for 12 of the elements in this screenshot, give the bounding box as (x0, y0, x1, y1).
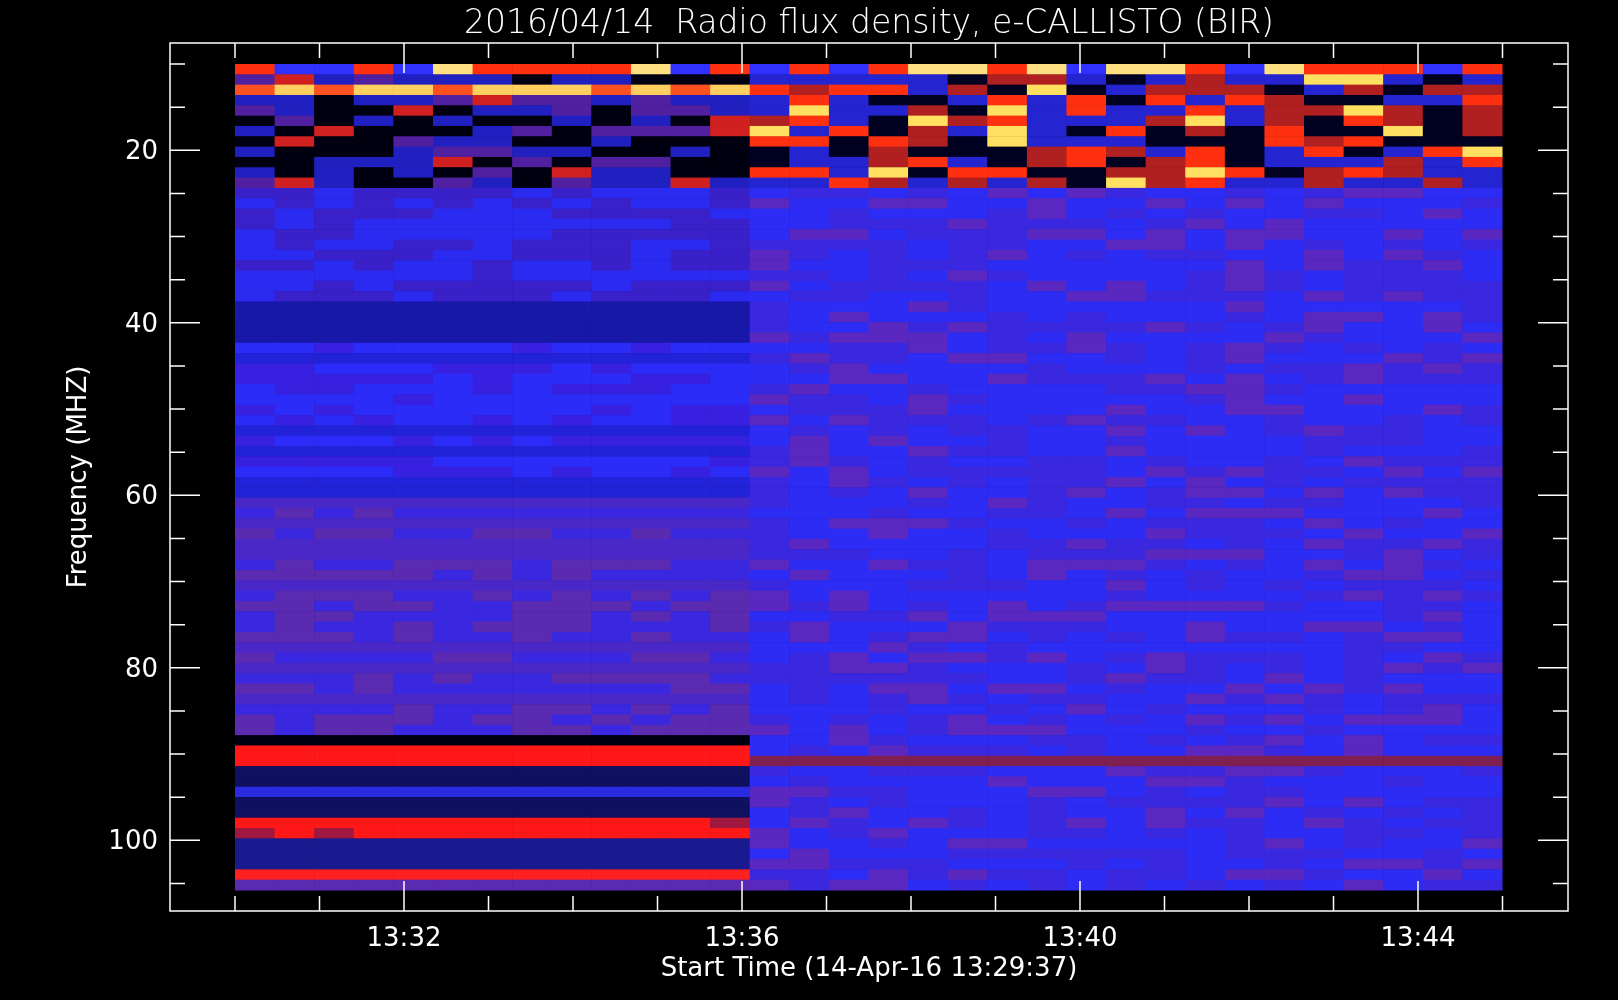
x-tick-label: 13:40 (1042, 922, 1118, 952)
y-tick-label: 40 (124, 307, 158, 338)
chart-title: 2016/04/14 Radio flux density, e-CALLISTO (BIR) (464, 2, 1274, 41)
y-tick-label: 20 (124, 135, 158, 166)
y-tick-label: 80 (124, 652, 158, 683)
y-axis-label: Frequency (MHZ) (62, 365, 92, 589)
x-axis-label: Start Time (14-Apr-16 13:29:37) (660, 952, 1078, 982)
x-tick-label: 13:44 (1380, 922, 1456, 952)
x-tick-label: 13:32 (366, 922, 442, 952)
y-tick-label: 60 (124, 480, 158, 511)
y-tick-label: 100 (108, 825, 158, 856)
x-tick-label: 13:36 (704, 922, 780, 952)
